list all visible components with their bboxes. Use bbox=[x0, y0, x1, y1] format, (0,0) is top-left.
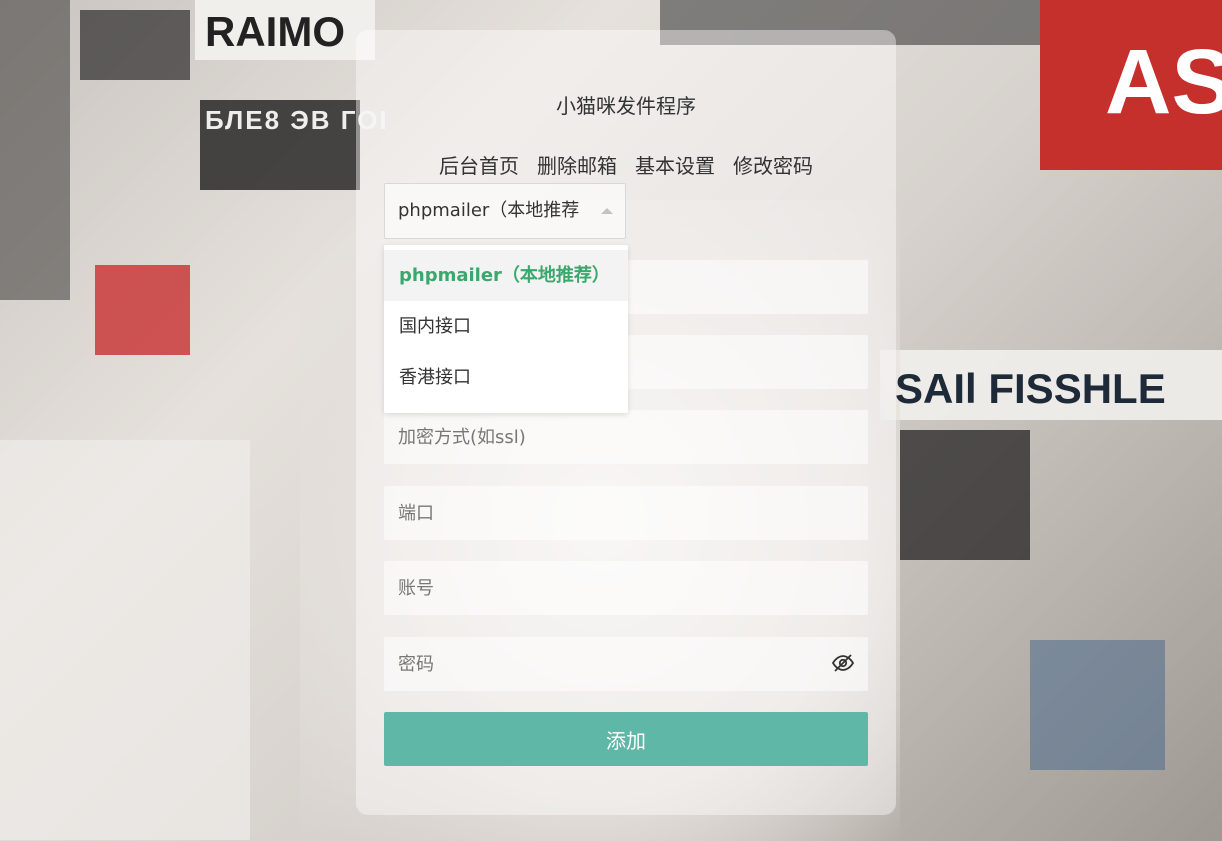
page-title: 小猫咪发件程序 bbox=[556, 94, 696, 118]
nav-delete-mailbox[interactable]: 删除邮箱 bbox=[537, 150, 617, 179]
encryption-field[interactable] bbox=[384, 410, 868, 464]
mailer-type-select[interactable]: phpmailer（本地推荐 bbox=[384, 183, 626, 239]
dropdown-option-phpmailer[interactable]: phpmailer（本地推荐） bbox=[384, 250, 628, 301]
nav-change-password[interactable]: 修改密码 bbox=[733, 150, 813, 179]
mailer-type-select-value: phpmailer（本地推荐 bbox=[398, 200, 580, 221]
background-poster-text: SAIl FISSHLE bbox=[895, 365, 1166, 412]
port-field[interactable] bbox=[384, 486, 868, 540]
nav-basic-settings[interactable]: 基本设置 bbox=[635, 150, 715, 179]
eye-slash-icon[interactable] bbox=[830, 650, 856, 676]
nav-bar: 后台首页 删除邮箱 基本设置 修改密码 bbox=[356, 150, 896, 179]
dropdown-option-hongkong[interactable]: 香港接口 bbox=[384, 352, 628, 403]
nav-home[interactable]: 后台首页 bbox=[439, 150, 519, 179]
add-button[interactable]: 添加 bbox=[384, 712, 868, 766]
background-poster-text: RAIMO bbox=[205, 8, 345, 55]
background-poster-text: AS bbox=[1105, 31, 1222, 133]
account-field[interactable] bbox=[384, 561, 868, 615]
dropdown-option-domestic[interactable]: 国内接口 bbox=[384, 301, 628, 352]
password-field[interactable] bbox=[384, 637, 868, 691]
caret-up-icon bbox=[601, 208, 613, 214]
mailer-type-dropdown: phpmailer（本地推荐） 国内接口 香港接口 bbox=[384, 245, 628, 413]
